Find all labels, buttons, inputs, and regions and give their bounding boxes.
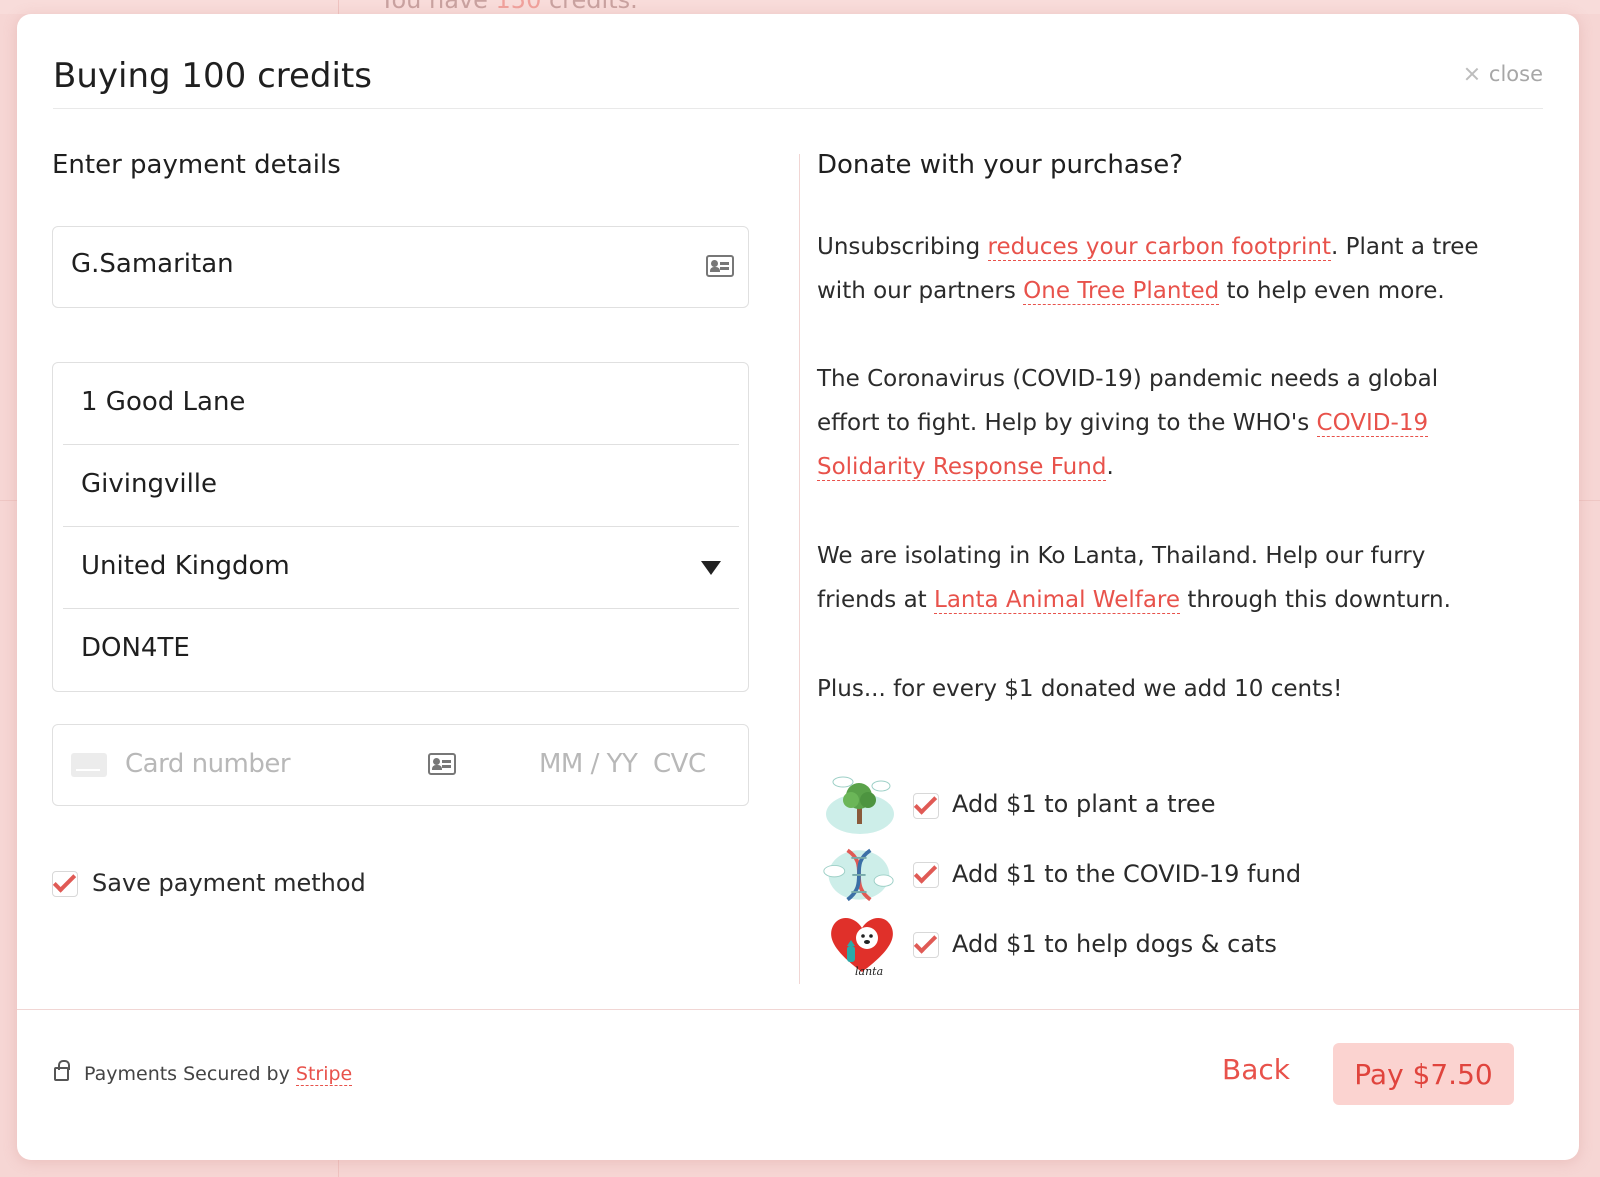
postcode-field[interactable]: DON4TE <box>63 609 739 691</box>
covid-paragraph: The Coronavirus (COVID-19) pandemic need… <box>817 357 1477 489</box>
title-divider <box>53 108 1543 109</box>
dna-icon <box>823 848 894 902</box>
buy-credits-modal: Buying 100 credits close Enter payment d… <box>17 14 1579 1160</box>
close-icon <box>1465 67 1479 81</box>
background-credits-prefix: You have <box>380 0 488 14</box>
expiry-placeholder[interactable]: MM / YY <box>539 749 638 779</box>
card-number-placeholder[interactable]: Card number <box>125 749 291 779</box>
lock-icon <box>54 1060 70 1081</box>
name-field[interactable]: G.Samaritan <box>52 226 749 308</box>
back-button[interactable]: Back <box>1222 1053 1290 1086</box>
contact-card-icon[interactable] <box>706 255 734 277</box>
background-credits-suffix: credits. <box>548 0 638 14</box>
carbon-text-1: Unsubscribing <box>817 234 988 260</box>
tree-icon <box>826 776 894 834</box>
lanta-logo-text: lanta <box>855 965 883 978</box>
donate-heading: Donate with your purchase? <box>817 150 1184 180</box>
name-value: G.Samaritan <box>71 249 234 279</box>
footer-divider <box>17 1009 1579 1010</box>
payments-secured-text: Payments Secured by Stripe <box>84 1063 353 1086</box>
checkmark-icon <box>913 791 938 815</box>
checkmark-icon <box>913 930 938 954</box>
background-credits-count: 150 <box>495 0 542 14</box>
card-field[interactable]: Card number MM / YY CVC <box>52 724 749 806</box>
background-strip <box>0 0 1600 14</box>
lanta-animal-welfare-link[interactable]: Lanta Animal Welfare <box>934 587 1181 614</box>
city-field[interactable]: Givingville <box>63 445 739 527</box>
lanta-heart-icon: lanta <box>831 917 893 978</box>
donate-tree-checkbox[interactable] <box>913 791 939 819</box>
modal-title: Buying 100 credits <box>53 56 372 96</box>
country-select[interactable]: United Kingdom <box>63 527 739 609</box>
donate-animals-checkbox[interactable] <box>913 930 939 958</box>
city-value: Givingville <box>81 469 218 499</box>
donate-tree-label: Add $1 to plant a tree <box>952 790 1216 818</box>
country-value: United Kingdom <box>81 551 290 581</box>
carbon-footprint-link[interactable]: reduces your carbon footprint <box>987 234 1331 261</box>
contact-card-icon[interactable] <box>428 753 456 775</box>
one-tree-planted-link[interactable]: One Tree Planted <box>1023 278 1220 305</box>
address-line-field[interactable]: 1 Good Lane <box>63 363 739 445</box>
background-credits-text: You have 150 credits. <box>380 0 638 14</box>
cvc-placeholder[interactable]: CVC <box>653 749 706 779</box>
pay-button[interactable]: Pay $7.50 <box>1333 1043 1514 1105</box>
payment-heading: Enter payment details <box>52 150 341 180</box>
bonus-paragraph: Plus... for every $1 donated we add 10 c… <box>817 676 1343 702</box>
covid-text-2: . <box>1106 454 1114 480</box>
address-line-value: 1 Good Lane <box>81 387 246 417</box>
close-button[interactable]: close <box>1465 62 1543 86</box>
save-payment-label: Save payment method <box>92 869 366 897</box>
close-label: close <box>1488 62 1543 86</box>
chevron-down-icon <box>701 561 721 575</box>
donate-animals-label: Add $1 to help dogs & cats <box>952 930 1277 958</box>
donate-covid-checkbox[interactable] <box>913 860 939 888</box>
animal-paragraph: We are isolating in Ko Lanta, Thailand. … <box>817 534 1497 622</box>
postcode-value: DON4TE <box>81 633 190 663</box>
checkmark-icon <box>913 860 938 884</box>
column-divider <box>799 154 800 984</box>
credit-card-icon <box>71 753 107 777</box>
checkmark-icon <box>52 869 77 893</box>
address-group: 1 Good Lane Givingville United Kingdom D… <box>52 362 749 692</box>
animal-text-2: through this downturn. <box>1180 587 1451 613</box>
save-payment-checkbox[interactable] <box>52 869 78 897</box>
stripe-link[interactable]: Stripe <box>295 1063 353 1086</box>
donate-covid-label: Add $1 to the COVID-19 fund <box>952 860 1302 888</box>
secured-label: Payments Secured by <box>84 1063 296 1085</box>
carbon-text-3: to help even more. <box>1219 278 1445 304</box>
carbon-paragraph: Unsubscribing reduces your carbon footpr… <box>817 225 1517 313</box>
